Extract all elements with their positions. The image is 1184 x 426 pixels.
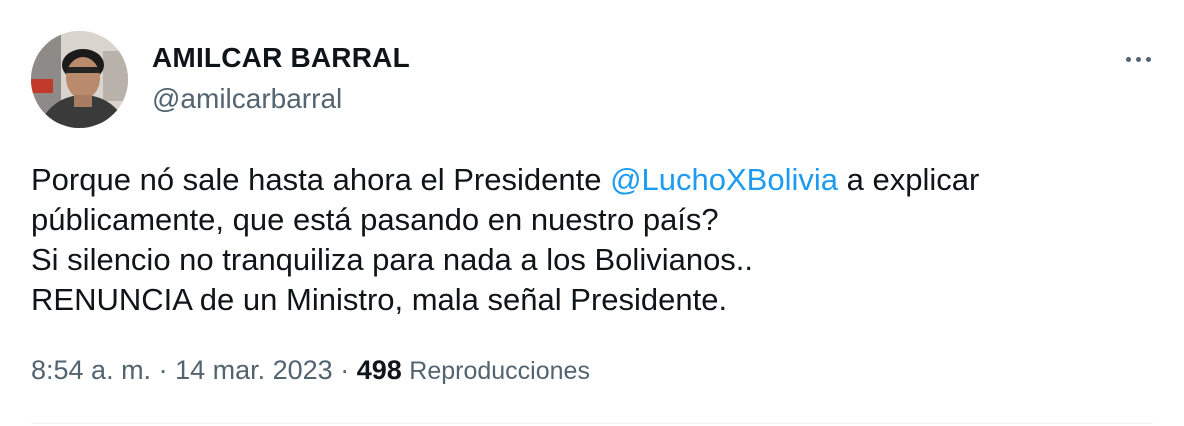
author-handle[interactable]: @amilcarbarral [152, 83, 342, 115]
views-count: 498 [356, 355, 402, 385]
tweet-text-segment: Porque nó sale hasta ahora el Presidente [31, 162, 611, 197]
views-label: Reproducciones [409, 357, 590, 385]
tweet-text-segment: a explicar [838, 162, 980, 197]
tweet-text-line-1: Porque nó sale hasta ahora el Presidente… [31, 160, 1151, 200]
more-dot [1136, 57, 1141, 62]
tweet-text: Porque nó sale hasta ahora el Presidente… [31, 160, 1151, 320]
tweet-meta: 8:54 a. m. · 14 mar. 2023 · 498 Reproduc… [31, 355, 590, 386]
tweet-text-line-4: RENUNCIA de un Ministro, mala señal Pres… [31, 282, 728, 317]
meta-separator: · [332, 355, 357, 385]
tweet-card: AMILCAR BARRAL @amilcarbarral Porque nó … [0, 0, 1184, 426]
tweet-text-line-3: Si silencio no tranquiliza para nada a l… [31, 242, 754, 277]
avatar[interactable] [31, 31, 128, 128]
author-display-name[interactable]: AMILCAR BARRAL [152, 42, 410, 74]
tweet-time[interactable]: 8:54 a. m. [31, 355, 151, 385]
tweet-date[interactable]: 14 mar. 2023 [175, 355, 333, 385]
more-horizontal-icon[interactable] [1124, 46, 1154, 72]
meta-separator: · [151, 355, 176, 385]
more-dot [1146, 57, 1151, 62]
tweet-text-line-2: públicamente, que está pasando en nuestr… [31, 202, 719, 237]
more-dot [1126, 57, 1131, 62]
mention-link[interactable]: @LuchoXBolivia [610, 162, 838, 197]
divider [31, 423, 1153, 424]
avatar-image [31, 31, 128, 128]
